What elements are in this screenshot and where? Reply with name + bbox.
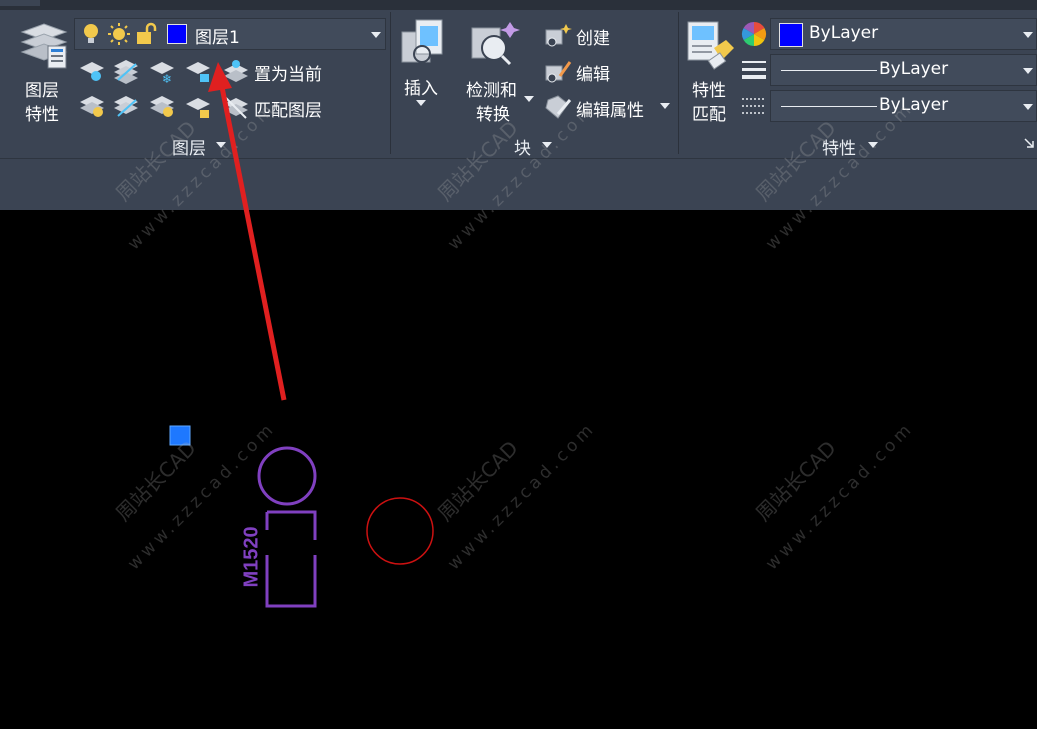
selection-grip[interactable] xyxy=(169,425,191,446)
red-circle[interactable] xyxy=(366,497,434,565)
drawing-overlay xyxy=(169,62,434,608)
door-tag-text: M1520 xyxy=(240,526,263,588)
annotation-arrow xyxy=(208,62,287,401)
door-symbol[interactable] xyxy=(257,446,317,608)
